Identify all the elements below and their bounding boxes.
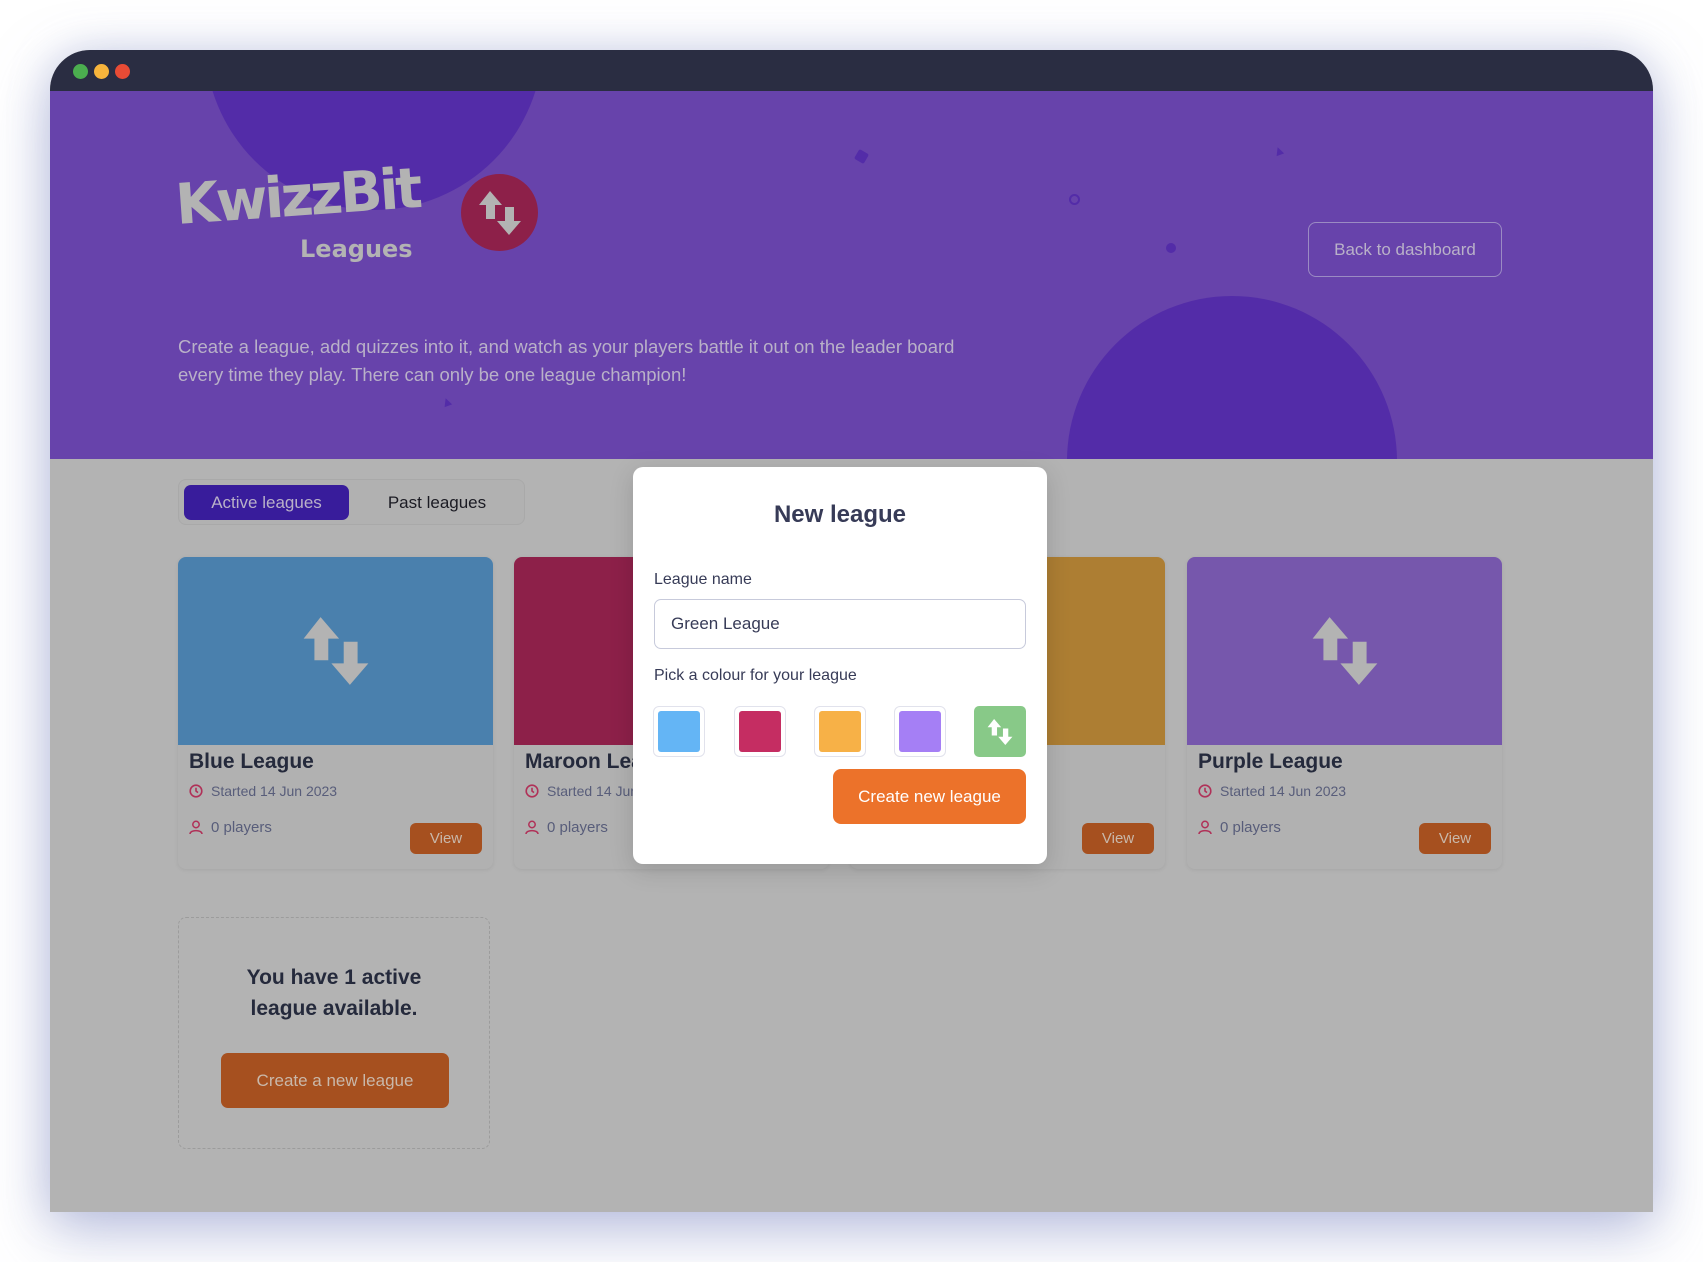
league-card-image (178, 557, 493, 745)
league-players: 0 players (189, 819, 272, 836)
tab-active-leagues[interactable]: Active leagues (184, 485, 349, 520)
view-league-button[interactable]: View (1419, 823, 1491, 854)
league-card: Purple League Started 14 Jun 2023 0 play… (1187, 557, 1502, 869)
decorative-diamond (853, 148, 870, 165)
swatch-fill (739, 711, 781, 752)
league-name: Purple League (1198, 750, 1343, 773)
modal-title: New league (773, 501, 907, 528)
league-card-image (1187, 557, 1502, 745)
player-count: 0 players (547, 819, 608, 836)
kwizzbit-leagues-logo: KwizzBit Leagues (173, 156, 538, 269)
up-down-arrows-icon (1312, 617, 1377, 685)
clock-icon (525, 784, 539, 798)
new-league-modal: New league League name Pick a colour for… (633, 467, 1047, 864)
colour-picker-label: Pick a colour for your league (654, 667, 857, 684)
league-tabs: Active leagues Past leagues (178, 479, 525, 525)
user-icon (1198, 820, 1212, 835)
colour-swatch-purple[interactable] (894, 706, 946, 757)
started-date: Started 14 Jun 2023 (211, 783, 338, 799)
active-league-summary: You have 1 active league available. Crea… (178, 917, 490, 1149)
colour-swatch-green[interactable] (974, 706, 1026, 757)
swatch-fill (899, 711, 941, 752)
user-icon (525, 820, 539, 835)
up-down-arrows-icon (461, 174, 538, 251)
window-control-green[interactable] (73, 64, 88, 79)
league-players: 0 players (525, 819, 608, 836)
swatch-fill (658, 711, 700, 752)
view-league-button[interactable]: View (1082, 823, 1154, 854)
league-name: Blue League (189, 750, 314, 773)
decorative-dot (1166, 243, 1176, 253)
league-started: Started 14 Jun 2023 (1198, 783, 1346, 799)
league-name-label: League name (654, 571, 752, 588)
title-bar (50, 50, 1653, 91)
create-a-new-league-button[interactable]: Create a new league (221, 1053, 449, 1108)
decorative-ring (1069, 194, 1080, 205)
window-control-yellow[interactable] (94, 64, 109, 79)
clock-icon (1198, 784, 1212, 798)
decorative-triangle (441, 396, 453, 408)
back-to-dashboard-button[interactable]: Back to dashboard (1308, 222, 1502, 277)
window-control-red[interactable] (115, 64, 130, 79)
colour-swatch-orange[interactable] (814, 706, 866, 757)
clock-icon (189, 784, 203, 798)
active-league-count-text: You have 1 active league available. (246, 966, 422, 1020)
create-new-league-button[interactable]: Create new league (833, 769, 1026, 824)
selected-check-arrows-icon (987, 718, 1013, 745)
app-window: KwizzBit Leagues Create a league, add qu… (50, 50, 1653, 1212)
started-date: Started 14 Jun 2023 (1220, 783, 1347, 799)
view-league-button[interactable]: View (410, 823, 482, 854)
player-count: 0 players (1220, 819, 1281, 836)
swatch-fill (819, 711, 861, 752)
league-card: Blue League Started 14 Jun 2023 0 player… (178, 557, 493, 869)
decorative-semicircle (1067, 296, 1397, 459)
colour-swatch-maroon[interactable] (734, 706, 786, 757)
league-started: Started 14 Jun 2023 (189, 783, 337, 799)
up-down-arrows-icon (303, 617, 368, 685)
logo-wordmark: KwizzBit (173, 156, 422, 238)
league-name-input[interactable] (654, 599, 1026, 649)
league-players: 0 players (1198, 819, 1281, 836)
intro-text: Create a league, add quizzes into it, an… (178, 336, 955, 385)
player-count: 0 players (211, 819, 272, 836)
tab-past-leagues[interactable]: Past leagues (354, 485, 520, 520)
decorative-triangle (1273, 145, 1285, 157)
colour-swatch-blue[interactable] (653, 706, 705, 757)
page-header: KwizzBit Leagues Create a league, add qu… (50, 91, 1653, 459)
user-icon (189, 820, 203, 835)
logo-subtitle: Leagues (300, 235, 413, 263)
